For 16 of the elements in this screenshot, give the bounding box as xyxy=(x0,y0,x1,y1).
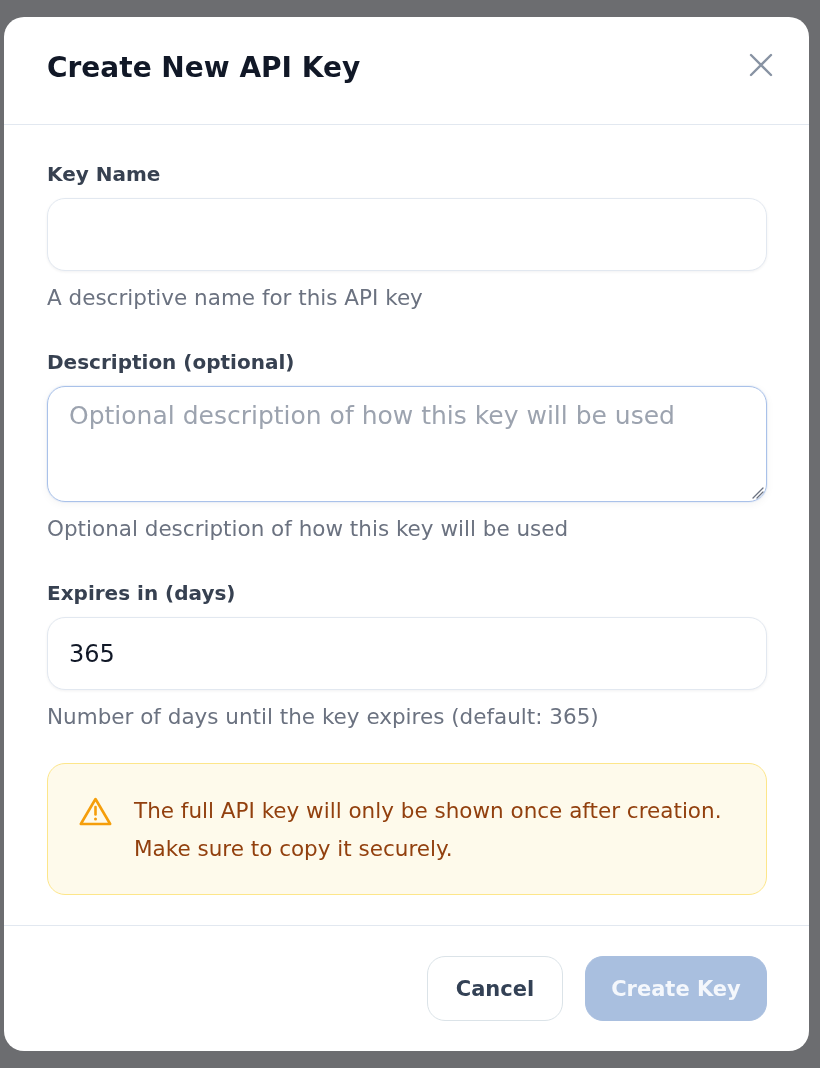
warning-icon xyxy=(79,797,112,826)
field-label: Description (optional) xyxy=(47,350,295,374)
cancel-button[interactable]: Cancel xyxy=(427,956,563,1021)
resize-handle-icon[interactable] xyxy=(752,487,764,499)
dialog-title: Create New API Key xyxy=(47,49,361,86)
field-label: Expires in (days) xyxy=(47,581,236,605)
field-hint: Number of days until the key expires (default: 365) xyxy=(47,705,599,729)
close-icon xyxy=(749,52,773,77)
description-textarea[interactable]: Optional description of how this key will be used xyxy=(47,386,767,502)
warning-text: The full API key will only be shown once after creation. Make sure to copy it securely. xyxy=(134,797,722,863)
field-hint: A descriptive name for this API key xyxy=(47,286,423,310)
field-label: Key Name xyxy=(47,162,161,186)
text-input[interactable] xyxy=(47,198,767,271)
text-input[interactable]: 365 xyxy=(47,617,767,690)
field-hint: Optional description of how this key will be used xyxy=(47,517,569,541)
close-button[interactable] xyxy=(749,52,773,77)
